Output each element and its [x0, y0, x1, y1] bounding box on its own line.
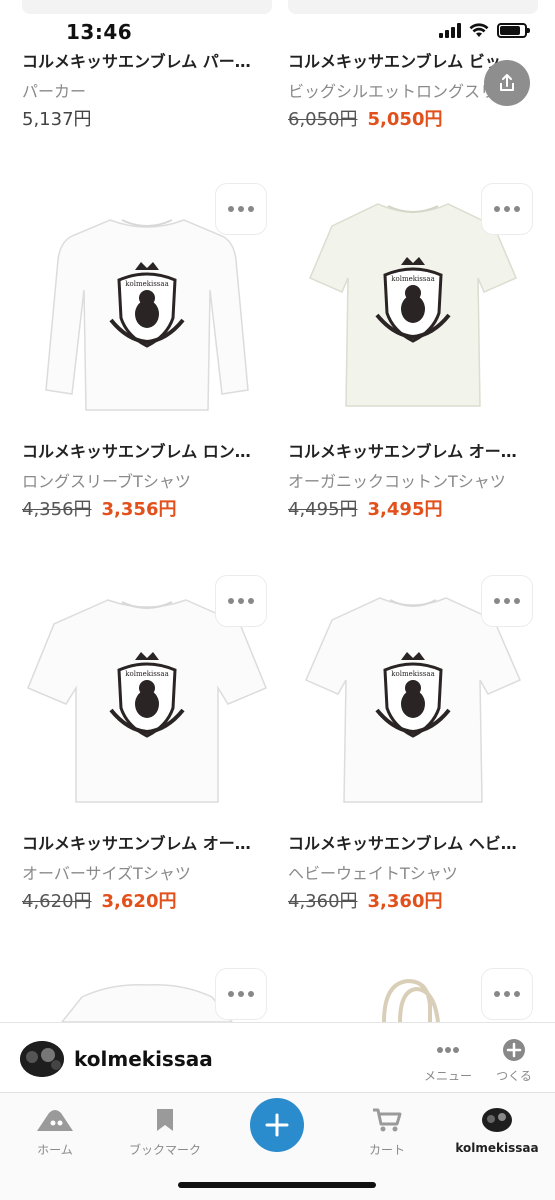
signal-icon	[439, 22, 461, 38]
product-title[interactable]: コルメキッサエンブレム ロン…	[22, 438, 272, 462]
product-type: オーガニックコットンTシャツ	[288, 472, 506, 491]
plus-circle-icon	[484, 1037, 544, 1063]
create-label: つくる	[496, 1069, 532, 1083]
status-time: 13:46	[66, 20, 133, 44]
emblem-graphic: kolmekissaa	[109, 652, 185, 738]
more-options-button[interactable]	[481, 183, 533, 235]
more-options-button[interactable]	[481, 575, 533, 627]
product-price: 4,356円 3,356円	[22, 495, 176, 521]
create-product-button[interactable]	[250, 1098, 304, 1152]
profile-avatar-icon	[442, 1105, 552, 1135]
sale-price: 3,620円	[101, 891, 177, 912]
sale-price: 5,050円	[367, 109, 443, 130]
sale-price: 3,495円	[367, 499, 443, 520]
product-type: ヘビーウェイトTシャツ	[288, 864, 458, 883]
emblem-text: kolmekissaa	[391, 275, 435, 283]
share-button[interactable]	[484, 60, 530, 106]
share-icon	[500, 74, 514, 91]
nav-profile[interactable]: kolmekissaa	[442, 1105, 552, 1155]
product-price: 4,495円 3,495円	[288, 495, 442, 521]
nav-bookmark-label: ブックマーク	[128, 1143, 201, 1157]
product-price: 4,620円 3,620円	[22, 887, 176, 913]
product-type: パーカー	[22, 82, 87, 101]
shop-name[interactable]: kolmekissaa	[74, 1047, 213, 1071]
product-title[interactable]: コルメキッサエンブレム オー…	[288, 438, 538, 462]
nav-bookmark[interactable]: ブックマーク	[110, 1105, 220, 1158]
nav-home-label: ホーム	[37, 1143, 73, 1157]
price: 5,137円	[22, 109, 92, 130]
battery-icon	[497, 22, 530, 38]
shop-avatar[interactable]	[20, 1041, 64, 1077]
status-icons	[439, 22, 530, 38]
sale-price: 3,360円	[367, 891, 443, 912]
home-indicator	[178, 1182, 376, 1188]
nav-home[interactable]: ホーム	[0, 1105, 110, 1158]
original-price: 4,360円	[288, 891, 358, 912]
product-type: オーバーサイズTシャツ	[22, 864, 191, 883]
nav-cart[interactable]: カート	[332, 1105, 442, 1158]
more-options-button[interactable]	[215, 183, 267, 235]
original-price: 6,050円	[288, 109, 358, 130]
menu-label: メニュー	[423, 1069, 472, 1083]
more-options-button[interactable]	[215, 968, 267, 1020]
plus-icon	[265, 1113, 289, 1137]
status-bar: 13:46	[0, 0, 555, 60]
menu-button[interactable]: メニュー	[418, 1037, 478, 1084]
nav-profile-label: kolmekissaa	[455, 1141, 539, 1155]
wifi-icon	[469, 23, 489, 37]
cat-avatar-icon	[20, 1041, 64, 1077]
product-type: ビッグシルエットロングスリー	[288, 82, 508, 101]
emblem-text: kolmekissaa	[125, 280, 169, 288]
sale-price: 3,356円	[101, 499, 177, 520]
emblem-graphic: kolmekissaa	[375, 257, 451, 343]
home-icon	[0, 1105, 110, 1135]
product-type: ロングスリーブTシャツ	[22, 472, 191, 491]
original-price: 4,356円	[22, 499, 92, 520]
dots-icon	[418, 1037, 478, 1063]
more-options-button[interactable]	[215, 575, 267, 627]
bookmark-icon	[110, 1105, 220, 1135]
emblem-graphic: kolmekissaa	[375, 652, 451, 738]
product-title[interactable]: コルメキッサエンブレム ヘビ…	[288, 830, 538, 854]
product-price: 6,050円 5,050円	[288, 105, 442, 131]
original-price: 4,495円	[288, 499, 358, 520]
emblem-graphic: kolmekissaa	[109, 262, 185, 348]
nav-cart-label: カート	[368, 1143, 405, 1157]
emblem-text: kolmekissaa	[391, 670, 435, 678]
original-price: 4,620円	[22, 891, 92, 912]
more-options-button[interactable]	[481, 968, 533, 1020]
emblem-text: kolmekissaa	[125, 670, 169, 678]
shop-bar: kolmekissaa メニュー つくる	[0, 1022, 555, 1092]
cart-icon	[332, 1105, 442, 1135]
product-title[interactable]: コルメキッサエンブレム オー…	[22, 830, 272, 854]
product-price: 4,360円 3,360円	[288, 887, 442, 913]
create-button[interactable]: つくる	[484, 1037, 544, 1084]
product-price: 5,137円	[22, 105, 92, 131]
